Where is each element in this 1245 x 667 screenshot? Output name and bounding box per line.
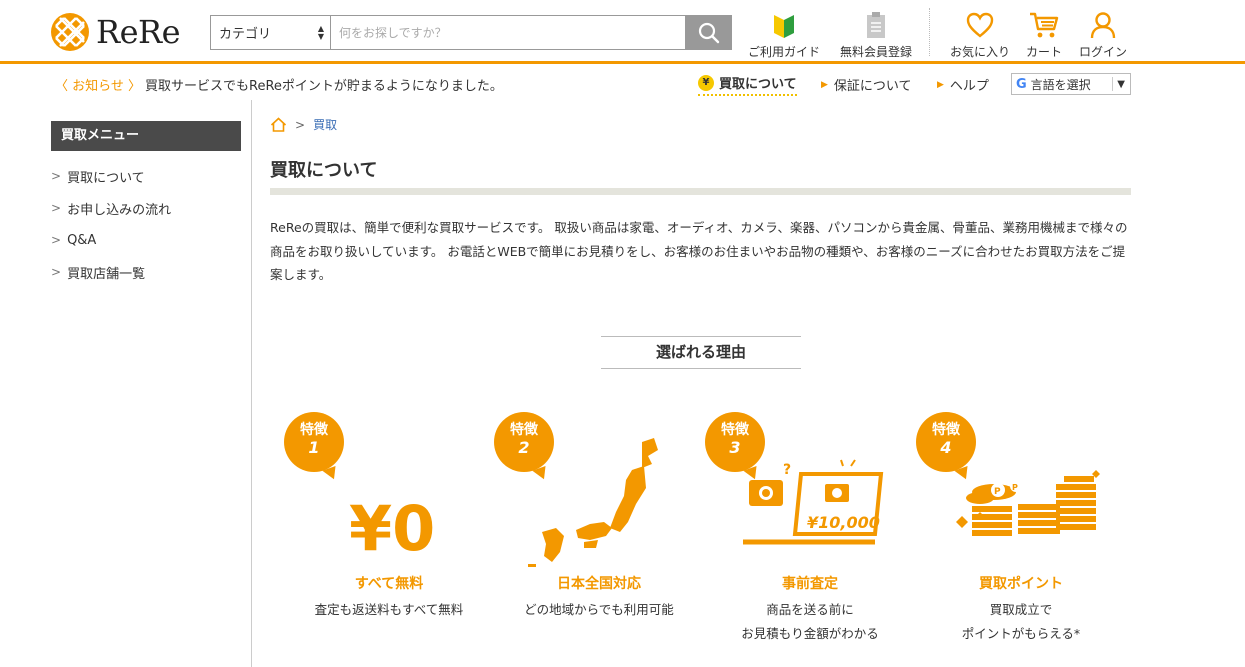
language-select-label: 言語を選択	[1030, 77, 1091, 92]
feature-title: 事前査定	[782, 576, 838, 592]
feature-badge: 特徴 4	[916, 412, 976, 472]
link-guarantee[interactable]: ▶ 保証について	[821, 75, 912, 94]
badge-number: 4	[940, 438, 952, 457]
sidebar-item-buy-about[interactable]: > 買取について	[51, 160, 171, 192]
notice[interactable]: 〈 お知らせ 〉買取サービスでもReReポイントが貯まるようになりました。	[55, 75, 503, 94]
triangle-right-icon: ▶	[821, 79, 828, 90]
logo-mark-icon	[51, 13, 89, 51]
link-guarantee-label: 保証について	[833, 79, 912, 94]
sidebar-item-label: Q&A	[67, 232, 97, 248]
sidebar-item-label: 買取店舗一覧	[67, 266, 146, 282]
sidebar-menu: > 買取について > お申し込みの流れ > Q&A > 買取店舗一覧	[51, 160, 171, 288]
cart-icon	[1030, 12, 1059, 38]
user-icon	[1090, 12, 1116, 39]
feature-desc: どの地域からでも利用可能	[494, 598, 704, 622]
badge-number: 1	[308, 438, 320, 457]
title-underline	[270, 188, 1131, 195]
feature-desc: 査定も返送料もすべて無料	[284, 598, 494, 622]
logo-text: ReRe	[96, 13, 181, 51]
feature-desc-line2: お見積もり金額がわかる	[741, 626, 879, 641]
page-title: 買取について	[270, 160, 378, 181]
search-button[interactable]	[686, 15, 732, 50]
badge-label: 特徴	[721, 422, 749, 438]
feature-badge: 特徴 1	[284, 412, 344, 472]
logo[interactable]: ReRe	[50, 12, 181, 52]
feature-title: 買取ポイント	[979, 576, 1063, 592]
nav-guide[interactable]: ご利用ガイド	[739, 10, 829, 60]
badge-number: 2	[518, 438, 530, 457]
feature-title: すべて無料	[354, 576, 424, 592]
badge-label: 特徴	[300, 422, 328, 438]
feature-desc-line1: 商品を送る前に	[766, 602, 854, 617]
search-input[interactable]	[330, 15, 686, 50]
select-separator	[1112, 77, 1114, 91]
sidebar-heading: 買取メニュー	[51, 121, 241, 151]
triangle-right-icon: ▶	[937, 79, 944, 90]
language-select[interactable]: G 言語を選択 ▼	[1011, 73, 1131, 95]
breadcrumb-separator: >	[295, 117, 306, 132]
site-header: ReRe カテゴリ ▲▼ ご利用ガイド	[0, 0, 1245, 64]
feature-title: 日本全国対応	[557, 576, 641, 592]
feature-art-text: ¥10,000	[807, 513, 880, 532]
chevron-right-icon: >	[51, 201, 62, 215]
search-bar: カテゴリ ▲ ▼	[210, 15, 732, 50]
chevron-right-icon: >	[51, 265, 62, 279]
header-divider	[929, 8, 930, 56]
nav-register-label: 無料会員登録	[839, 45, 912, 59]
feature-desc-line1: 買取成立で	[989, 602, 1053, 617]
feature-desc: 商品を送る前にお見積もり金額がわかる	[705, 598, 915, 646]
notice-tag: 〈 お知らせ 〉	[55, 79, 142, 94]
nav-register[interactable]: 無料会員登録	[831, 10, 921, 60]
chevron-right-icon: >	[51, 169, 62, 183]
feature-badge: 特徴 2	[494, 412, 554, 472]
nav-cart-label: カート	[1025, 45, 1062, 59]
feature-art-text: ¥0	[349, 492, 435, 565]
badge-label: 特徴	[932, 422, 960, 438]
feature-desc-line1: 査定も返送料もすべて無料	[314, 602, 464, 617]
nav-guide-label: ご利用ガイド	[747, 45, 820, 59]
select-arrows-icon: ▲ ▼	[317, 23, 324, 41]
clipboard-icon	[867, 12, 885, 38]
sidebar-item-label: お申し込みの流れ	[67, 202, 172, 218]
intro-text: ReReの買取は、簡単で便利な買取サービスです。 取扱い商品は家電、オーディオ、…	[270, 220, 1128, 282]
heart-icon	[966, 12, 994, 38]
nav-login-label: ログイン	[1078, 45, 1127, 59]
breadcrumb-current[interactable]: 買取	[313, 116, 337, 133]
chevron-right-icon: >	[51, 233, 62, 247]
chevron-down-icon: ▼	[1117, 78, 1125, 90]
feature-desc-line2: ポイントがもらえる*	[961, 626, 1081, 641]
search-icon	[698, 22, 720, 43]
link-buy-about-label: 買取について	[719, 77, 797, 92]
badge-label: 特徴	[510, 422, 538, 438]
category-select[interactable]: カテゴリ ▲ ▼	[210, 15, 330, 50]
reasons-heading: 選ばれる理由	[601, 336, 801, 369]
sidebar-item-qa[interactable]: > Q&A	[51, 224, 171, 256]
notice-text: 買取サービスでもReReポイントが貯まるようになりました。	[145, 79, 503, 94]
home-icon[interactable]	[270, 117, 287, 132]
feature-desc: 買取成立でポイントがもらえる*	[916, 598, 1126, 646]
google-icon: G	[1016, 76, 1027, 92]
badge-number: 3	[729, 438, 741, 457]
feature-badge: 特徴 3	[705, 412, 765, 472]
yen-icon: ¥	[698, 74, 714, 91]
svg-text:?: ?	[783, 462, 791, 478]
beginner-mark-icon	[774, 15, 794, 38]
feature-desc-line1: どの地域からでも利用可能	[524, 602, 674, 617]
link-help[interactable]: ▶ ヘルプ	[937, 75, 989, 94]
link-help-label: ヘルプ	[949, 79, 989, 94]
sidebar-item-label: 買取について	[67, 170, 145, 186]
sidebar-divider	[251, 100, 252, 667]
link-buy-about[interactable]: ¥ 買取について	[698, 73, 797, 96]
category-select-label: カテゴリ	[219, 27, 272, 42]
breadcrumb: > 買取	[270, 116, 337, 133]
svg-text:P: P	[994, 487, 1001, 497]
svg-text:P: P	[1012, 483, 1018, 492]
sidebar-item-flow[interactable]: > お申し込みの流れ	[51, 192, 171, 224]
nav-login[interactable]: ログイン	[1058, 10, 1148, 60]
sidebar-item-stores[interactable]: > 買取店舗一覧	[51, 256, 171, 288]
sub-bar: 〈 お知らせ 〉買取サービスでもReReポイントが貯まるようになりました。 ¥ …	[0, 67, 1245, 100]
